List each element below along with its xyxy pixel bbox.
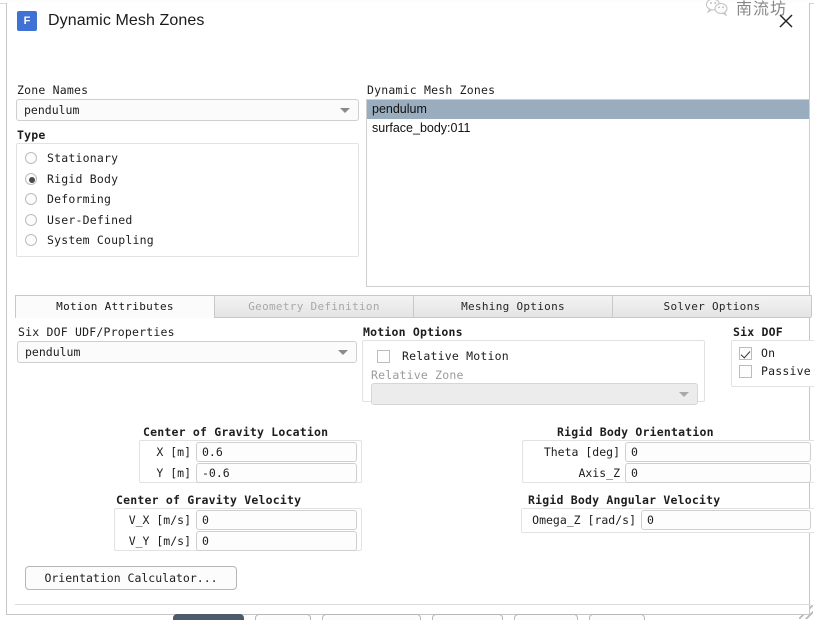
dynamic-mesh-zones-list[interactable]: pendulum surface_body:011 [366, 99, 810, 287]
type-option-label: User-Defined [47, 212, 133, 227]
zone-names-value: pendulum [24, 103, 80, 117]
rigid-body-orientation-group: Theta [deg] 0 Axis_Z 0 [522, 440, 814, 483]
rb-orientation-row-theta: Theta [deg] 0 [523, 442, 814, 462]
delete-all-button[interactable]: Delete All [322, 614, 422, 620]
wechat-icon [705, 0, 728, 17]
type-label: Type [17, 128, 46, 142]
footer-divider [15, 604, 811, 605]
chevron-down-icon [340, 108, 350, 113]
checkbox-icon [739, 364, 752, 378]
rb-orientation-theta-input[interactable]: 0 [625, 442, 811, 462]
motion-options-group: Relative Motion Relative Zone [362, 340, 705, 405]
list-item[interactable]: pendulum [367, 100, 809, 119]
tab-solver-options[interactable]: Solver Options [612, 295, 812, 317]
cg-location-row-y: Y [m] -0.6 [140, 463, 361, 483]
create-button[interactable]: Create [172, 614, 244, 620]
zone-names-combobox[interactable]: pendulum [16, 99, 359, 121]
watermark: 南流坊 [705, 0, 787, 19]
rb-orientation-axisz-input[interactable]: 0 [625, 463, 811, 483]
type-option-label: Deforming [47, 192, 112, 207]
fluent-f-icon: F [17, 11, 37, 31]
cg-velocity-vx-label: V_X [m/s] [128, 513, 191, 527]
cg-location-group: X [m] 0.6 Y [m] -0.6 [139, 440, 362, 483]
rb-orientation-row-axisz: Axis_Z 0 [523, 463, 814, 483]
six-dof-udf-properties-combobox[interactable]: pendulum [17, 341, 357, 363]
type-option-label: System Coupling [47, 233, 154, 248]
cg-location-y-input[interactable]: -0.6 [196, 463, 357, 483]
tab-motion-attributes[interactable]: Motion Attributes [15, 295, 215, 318]
six-dof-passive-checkbox[interactable]: Passive [739, 364, 814, 378]
type-option-user-defined[interactable]: User-Defined [17, 210, 358, 231]
cg-location-title: Center of Gravity Location [143, 425, 329, 439]
chevron-down-icon [679, 392, 689, 397]
cg-velocity-vy-input[interactable]: 0 [196, 531, 357, 551]
cg-location-x-label: X [m] [156, 445, 191, 459]
checkbox-icon [377, 349, 390, 363]
six-dof-udf-value: pendulum [25, 345, 81, 359]
window-title: Dynamic Mesh Zones [48, 12, 205, 29]
cg-velocity-row-vx: V_X [m/s] 0 [115, 510, 361, 530]
six-dof-udf-properties-label: Six DOF UDF/Properties [18, 325, 175, 339]
relative-motion-label: Relative Motion [402, 349, 509, 363]
relative-zone-label: Relative Zone [371, 368, 464, 382]
cg-location-row-x: X [m] 0.6 [140, 442, 361, 462]
type-option-label: Stationary [47, 151, 119, 166]
close-dialog-button[interactable]: Close [514, 614, 578, 620]
cg-velocity-row-vy: V_Y [m/s] 0 [115, 531, 361, 551]
cg-velocity-vy-label: V_Y [m/s] [128, 534, 191, 548]
cg-location-x-input[interactable]: 0.6 [196, 442, 357, 462]
rigid-body-orientation-title: Rigid Body Orientation [557, 425, 714, 439]
dynamic-mesh-zones-label: Dynamic Mesh Zones [367, 83, 496, 97]
radio-icon [25, 213, 37, 226]
tab-meshing-options[interactable]: Meshing Options [413, 295, 613, 317]
radio-icon [25, 152, 37, 165]
rb-orientation-theta-label: Theta [deg] [543, 445, 620, 459]
six-dof-on-checkbox[interactable]: On [739, 346, 814, 360]
rb-angular-velocity-row-omegaz: Omega_Z [rad/s] 0 [522, 510, 814, 530]
footer-button-bar: Create Draw Delete All Delete Close Help [7, 614, 811, 620]
radio-icon [25, 172, 37, 185]
delete-button[interactable]: Delete [432, 614, 504, 620]
rigid-body-angular-velocity-title: Rigid Body Angular Velocity [528, 493, 721, 507]
zone-names-label: Zone Names [17, 83, 89, 97]
type-option-system-coupling[interactable]: System Coupling [17, 230, 358, 251]
type-option-deforming[interactable]: Deforming [17, 189, 358, 210]
relative-zone-combobox [371, 383, 698, 405]
motion-options-label: Motion Options [363, 325, 463, 339]
cg-velocity-vx-input[interactable]: 0 [196, 510, 357, 530]
radio-icon [25, 234, 37, 247]
rigid-body-angular-velocity-group: Omega_Z [rad/s] 0 [521, 508, 814, 533]
draw-button[interactable]: Draw [254, 614, 312, 620]
rb-angular-velocity-omegaz-label: Omega_Z [rad/s] [532, 513, 636, 527]
six-dof-passive-label: Passive [761, 364, 811, 378]
type-radio-group: Stationary Rigid Body Deforming User-Def… [16, 143, 359, 257]
list-item[interactable]: surface_body:011 [367, 119, 809, 138]
tab-bar: Motion Attributes Geometry Definition Me… [15, 295, 812, 318]
dynamic-mesh-zones-dialog: F Dynamic Mesh Zones Zone Names pendulum… [6, 0, 814, 620]
six-dof-group: On Passive [731, 340, 814, 387]
orientation-calculator-button[interactable]: Orientation Calculator... [25, 566, 237, 590]
six-dof-on-label: On [761, 346, 776, 360]
title-bar: F Dynamic Mesh Zones [7, 3, 809, 39]
type-option-rigid-body[interactable]: Rigid Body [17, 169, 358, 190]
cg-location-y-label: Y [m] [156, 466, 191, 480]
rb-orientation-axisz-label: Axis_Z [578, 466, 620, 480]
watermark-text: 南流坊 [735, 0, 787, 18]
help-button[interactable]: Help [588, 614, 646, 620]
chevron-down-icon [338, 350, 348, 355]
screen-root: F Dynamic Mesh Zones Zone Names pendulum… [0, 0, 814, 620]
rb-angular-velocity-omegaz-input[interactable]: 0 [641, 510, 811, 530]
type-option-stationary[interactable]: Stationary [17, 148, 358, 169]
radio-icon [25, 193, 37, 206]
six-dof-label: Six DOF [733, 325, 783, 339]
cg-velocity-group: V_X [m/s] 0 V_Y [m/s] 0 [114, 508, 362, 551]
checkbox-icon [739, 346, 752, 360]
type-option-label: Rigid Body [47, 171, 119, 186]
tab-geometry-definition: Geometry Definition [214, 295, 414, 317]
cg-velocity-title: Center of Gravity Velocity [116, 493, 302, 507]
relative-motion-checkbox[interactable]: Relative Motion [377, 349, 509, 363]
